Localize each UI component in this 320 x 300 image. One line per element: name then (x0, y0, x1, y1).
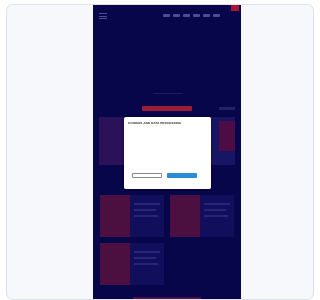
screenshot-card: COOKIES AND DATA PROCESSING (6, 4, 314, 300)
cookie-consent-dialog: COOKIES AND DATA PROCESSING (124, 117, 211, 189)
cookie-dialog-body (128, 126, 184, 140)
accept-button[interactable] (167, 173, 197, 178)
mobile-screen: COOKIES AND DATA PROCESSING (93, 5, 241, 299)
decline-button[interactable] (132, 173, 162, 178)
cookie-dialog-title: COOKIES AND DATA PROCESSING (128, 121, 182, 125)
